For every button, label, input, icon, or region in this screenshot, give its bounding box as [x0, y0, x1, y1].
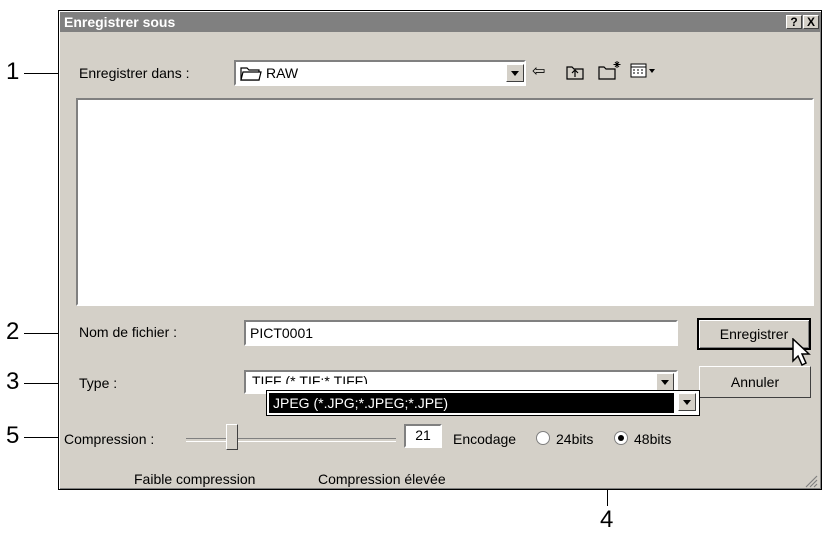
type-popup-dropdown-button[interactable]: [678, 393, 696, 411]
cancel-button[interactable]: Annuler: [699, 366, 811, 398]
callout-5: 5: [6, 422, 20, 449]
close-button[interactable]: X: [803, 15, 819, 29]
label-24bits: 24bits: [556, 431, 594, 447]
high-compression-label: Compression élevée: [318, 471, 446, 487]
radio-24bits[interactable]: [536, 431, 550, 445]
compression-value: 21: [415, 427, 431, 443]
filename-value: PICT0001: [250, 325, 314, 341]
save-in-value: RAW: [266, 65, 299, 81]
type-label: Type :: [79, 375, 118, 391]
dialog-title: Enregistrer sous: [64, 14, 176, 30]
compression-slider-track[interactable]: [186, 438, 396, 442]
help-button[interactable]: ?: [786, 15, 802, 29]
callout-2: 2: [6, 318, 20, 345]
new-folder-icon[interactable]: [598, 60, 622, 80]
save-in-dropdown-button[interactable]: [506, 64, 524, 82]
callout-5-line: [24, 437, 62, 438]
file-list[interactable]: [76, 98, 814, 306]
filename-label: Nom de fichier :: [79, 324, 178, 340]
radio-48bits[interactable]: [614, 431, 628, 445]
save-in-label: Enregistrer dans :: [79, 65, 190, 81]
callout-3: 3: [6, 368, 20, 395]
compression-slider-thumb[interactable]: [226, 424, 238, 450]
cancel-button-label: Annuler: [730, 374, 780, 390]
folder-icon: [240, 67, 262, 81]
encoding-label: Encodage: [453, 431, 517, 447]
type-dropdown-button[interactable]: [656, 373, 674, 391]
compression-label: Compression :: [64, 431, 155, 447]
low-compression-label: Faible compression: [134, 471, 256, 487]
save-button-label: Enregistrer: [719, 326, 789, 342]
callout-4: 4: [600, 506, 614, 533]
view-menu-icon[interactable]: [630, 63, 656, 79]
up-folder-icon[interactable]: [566, 64, 584, 80]
type-value: TIFF (*.TIF;*.TIFF): [252, 373, 368, 384]
compression-value-box: 21: [404, 424, 442, 448]
back-arrow-icon[interactable]: ⇦: [532, 62, 545, 82]
label-48bits: 48bits: [634, 431, 672, 447]
type-option-jpeg-label: JPEG (*.JPG;*.JPEG;*.JPE): [273, 395, 449, 411]
type-option-jpeg[interactable]: JPEG (*.JPG;*.JPEG;*.JPE): [269, 393, 674, 413]
resize-grip-icon[interactable]: [804, 474, 818, 488]
callout-1: 1: [6, 58, 20, 85]
